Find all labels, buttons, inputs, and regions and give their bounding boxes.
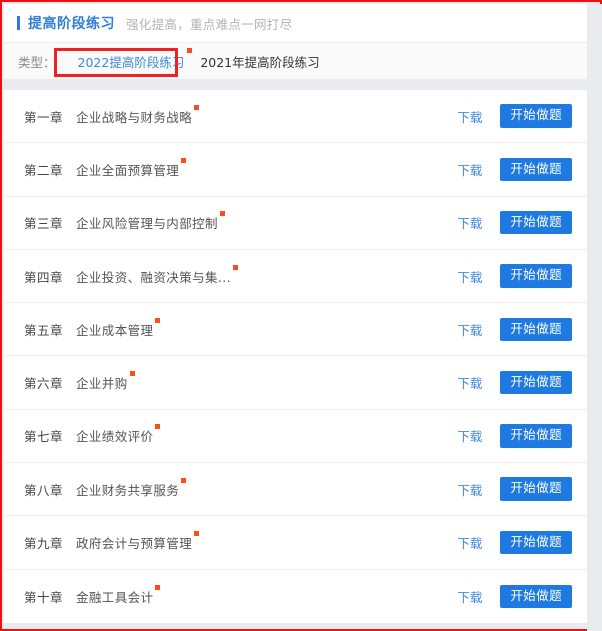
chapter-number: 第四章 (24, 269, 64, 285)
new-badge-dot-icon (155, 424, 161, 430)
type-filter-bar: 类型： 2022提高阶段练习 2021年提高阶段练习 (4, 42, 587, 80)
chapter-title-wrap: 企业战略与财务战略 (76, 104, 457, 126)
download-link[interactable]: 下载 (457, 587, 482, 606)
chapter-number: 第五章 (24, 322, 64, 338)
new-badge-dot-icon (219, 211, 225, 217)
page-title: 提高阶段练习 (28, 16, 115, 32)
accent-bar-icon (17, 16, 20, 30)
start-practice-button[interactable]: 开始做题 (500, 317, 572, 342)
download-link[interactable]: 下载 (457, 373, 482, 392)
tab-2021-practice[interactable]: 2021年提高阶段练习 (198, 49, 321, 74)
table-row[interactable]: 第一章 企业战略与财务战略 下载 开始做题 (4, 90, 587, 144)
table-row[interactable]: 第九章 政府会计与预算管理 下载 开始做题 (4, 516, 587, 570)
table-row[interactable]: 第三章 企业风险管理与内部控制 下载 开始做题 (4, 196, 587, 250)
start-practice-button[interactable]: 开始做题 (500, 477, 572, 501)
tab-2022-practice-label: 2022提高阶段练习 (77, 54, 185, 70)
chapter-title-wrap: 企业全面预算管理 (76, 157, 457, 179)
download-link[interactable]: 下载 (457, 320, 482, 339)
card-header: 提高阶段练习 强化提高，重点难点一网打尽 (4, 4, 587, 42)
chapter-title: 企业绩效评价 (76, 424, 161, 445)
table-row[interactable]: 第十章 金融工具会计 下载 开始做题 (4, 569, 587, 623)
chapter-title: 企业并购 (76, 371, 135, 392)
chapter-title: 企业全面预算管理 (76, 157, 187, 179)
chapter-title-wrap: 企业成本管理 (76, 317, 457, 339)
table-row[interactable]: 第八章 企业财务共享服务 下载 开始做题 (4, 463, 587, 517)
chapter-title: 金融工具会计 (76, 584, 161, 606)
tab-2021-practice-label: 2021年提高阶段练习 (200, 54, 320, 70)
chapter-number: 第一章 (24, 109, 64, 125)
chapter-title-wrap: 金融工具会计 (76, 584, 457, 606)
chapter-title-wrap: 企业财务共享服务 (76, 477, 457, 499)
chapter-list: 第一章 企业战略与财务战略 下载 开始做题 第二章 企业全面预算管理 下载 开始… (4, 90, 587, 623)
download-link[interactable]: 下载 (457, 533, 482, 552)
download-link[interactable]: 下载 (457, 160, 482, 179)
chapter-title: 企业财务共享服务 (76, 477, 187, 499)
chapter-title-wrap: 企业绩效评价 (76, 424, 457, 445)
chapter-title: 企业战略与财务战略 (76, 104, 200, 126)
chapter-number: 第十章 (24, 589, 64, 605)
start-practice-button[interactable]: 开始做题 (500, 584, 572, 609)
chapter-number: 第三章 (24, 216, 64, 232)
table-row[interactable]: 第二章 企业全面预算管理 下载 开始做题 (4, 143, 587, 197)
new-badge-dot-icon (233, 264, 239, 270)
chapter-title: 企业投资、融资决策与集... (76, 264, 239, 286)
chapter-title-wrap: 企业并购 (76, 371, 457, 392)
chapter-number: 第六章 (24, 376, 64, 392)
chapter-title: 企业成本管理 (76, 317, 161, 339)
chapter-title-wrap: 企业投资、融资决策与集... (76, 264, 457, 286)
chapter-title: 企业风险管理与内部控制 (76, 211, 225, 232)
download-link[interactable]: 下载 (457, 107, 482, 126)
new-badge-dot-icon (194, 104, 200, 110)
practice-card: 提高阶段练习 强化提高，重点难点一网打尽 类型： 2022提高阶段练习 2021… (4, 4, 587, 623)
tab-2022-practice[interactable]: 2022提高阶段练习 (76, 47, 193, 74)
chapter-number: 第九章 (24, 536, 64, 552)
chapter-title-wrap: 企业风险管理与内部控制 (76, 211, 457, 232)
new-badge-dot-icon (181, 477, 187, 483)
table-row[interactable]: 第五章 企业成本管理 下载 开始做题 (4, 303, 587, 357)
new-badge-dot-icon (155, 317, 161, 323)
start-practice-button[interactable]: 开始做题 (500, 210, 572, 235)
chapter-title: 政府会计与预算管理 (76, 531, 200, 552)
download-link[interactable]: 下载 (457, 267, 482, 286)
new-badge-dot-icon (155, 584, 161, 590)
chapter-number: 第二章 (24, 162, 64, 178)
screen-capture: 提高阶段练习 强化提高，重点难点一网打尽 类型： 2022提高阶段练习 2021… (0, 0, 602, 631)
filter-label: 类型： (18, 54, 56, 70)
start-practice-button[interactable]: 开始做题 (500, 157, 572, 182)
start-practice-button[interactable]: 开始做题 (500, 264, 572, 288)
section-gap (4, 80, 587, 90)
download-link[interactable]: 下载 (457, 426, 482, 445)
chapter-title-wrap: 政府会计与预算管理 (76, 531, 457, 552)
download-link[interactable]: 下载 (457, 480, 482, 499)
start-practice-button[interactable]: 开始做题 (500, 424, 572, 448)
table-row[interactable]: 第七章 企业绩效评价 下载 开始做题 (4, 409, 587, 464)
table-row[interactable]: 第六章 企业并购 下载 开始做题 (4, 356, 587, 410)
download-link[interactable]: 下载 (457, 213, 482, 232)
new-badge-dot-icon (181, 157, 187, 163)
page-background-gutter (587, 4, 602, 631)
start-practice-button[interactable]: 开始做题 (500, 530, 572, 555)
page-subtitle: 强化提高，重点难点一网打尽 (126, 16, 293, 32)
start-practice-button[interactable]: 开始做题 (500, 104, 572, 128)
chapter-number: 第八章 (24, 482, 64, 498)
chapter-number: 第七章 (24, 429, 64, 445)
start-practice-button[interactable]: 开始做题 (500, 370, 572, 395)
table-row[interactable]: 第四章 企业投资、融资决策与集... 下载 开始做题 (4, 249, 587, 304)
new-badge-dot-icon (187, 47, 193, 53)
new-badge-dot-icon (194, 531, 200, 537)
new-badge-dot-icon (129, 371, 135, 377)
